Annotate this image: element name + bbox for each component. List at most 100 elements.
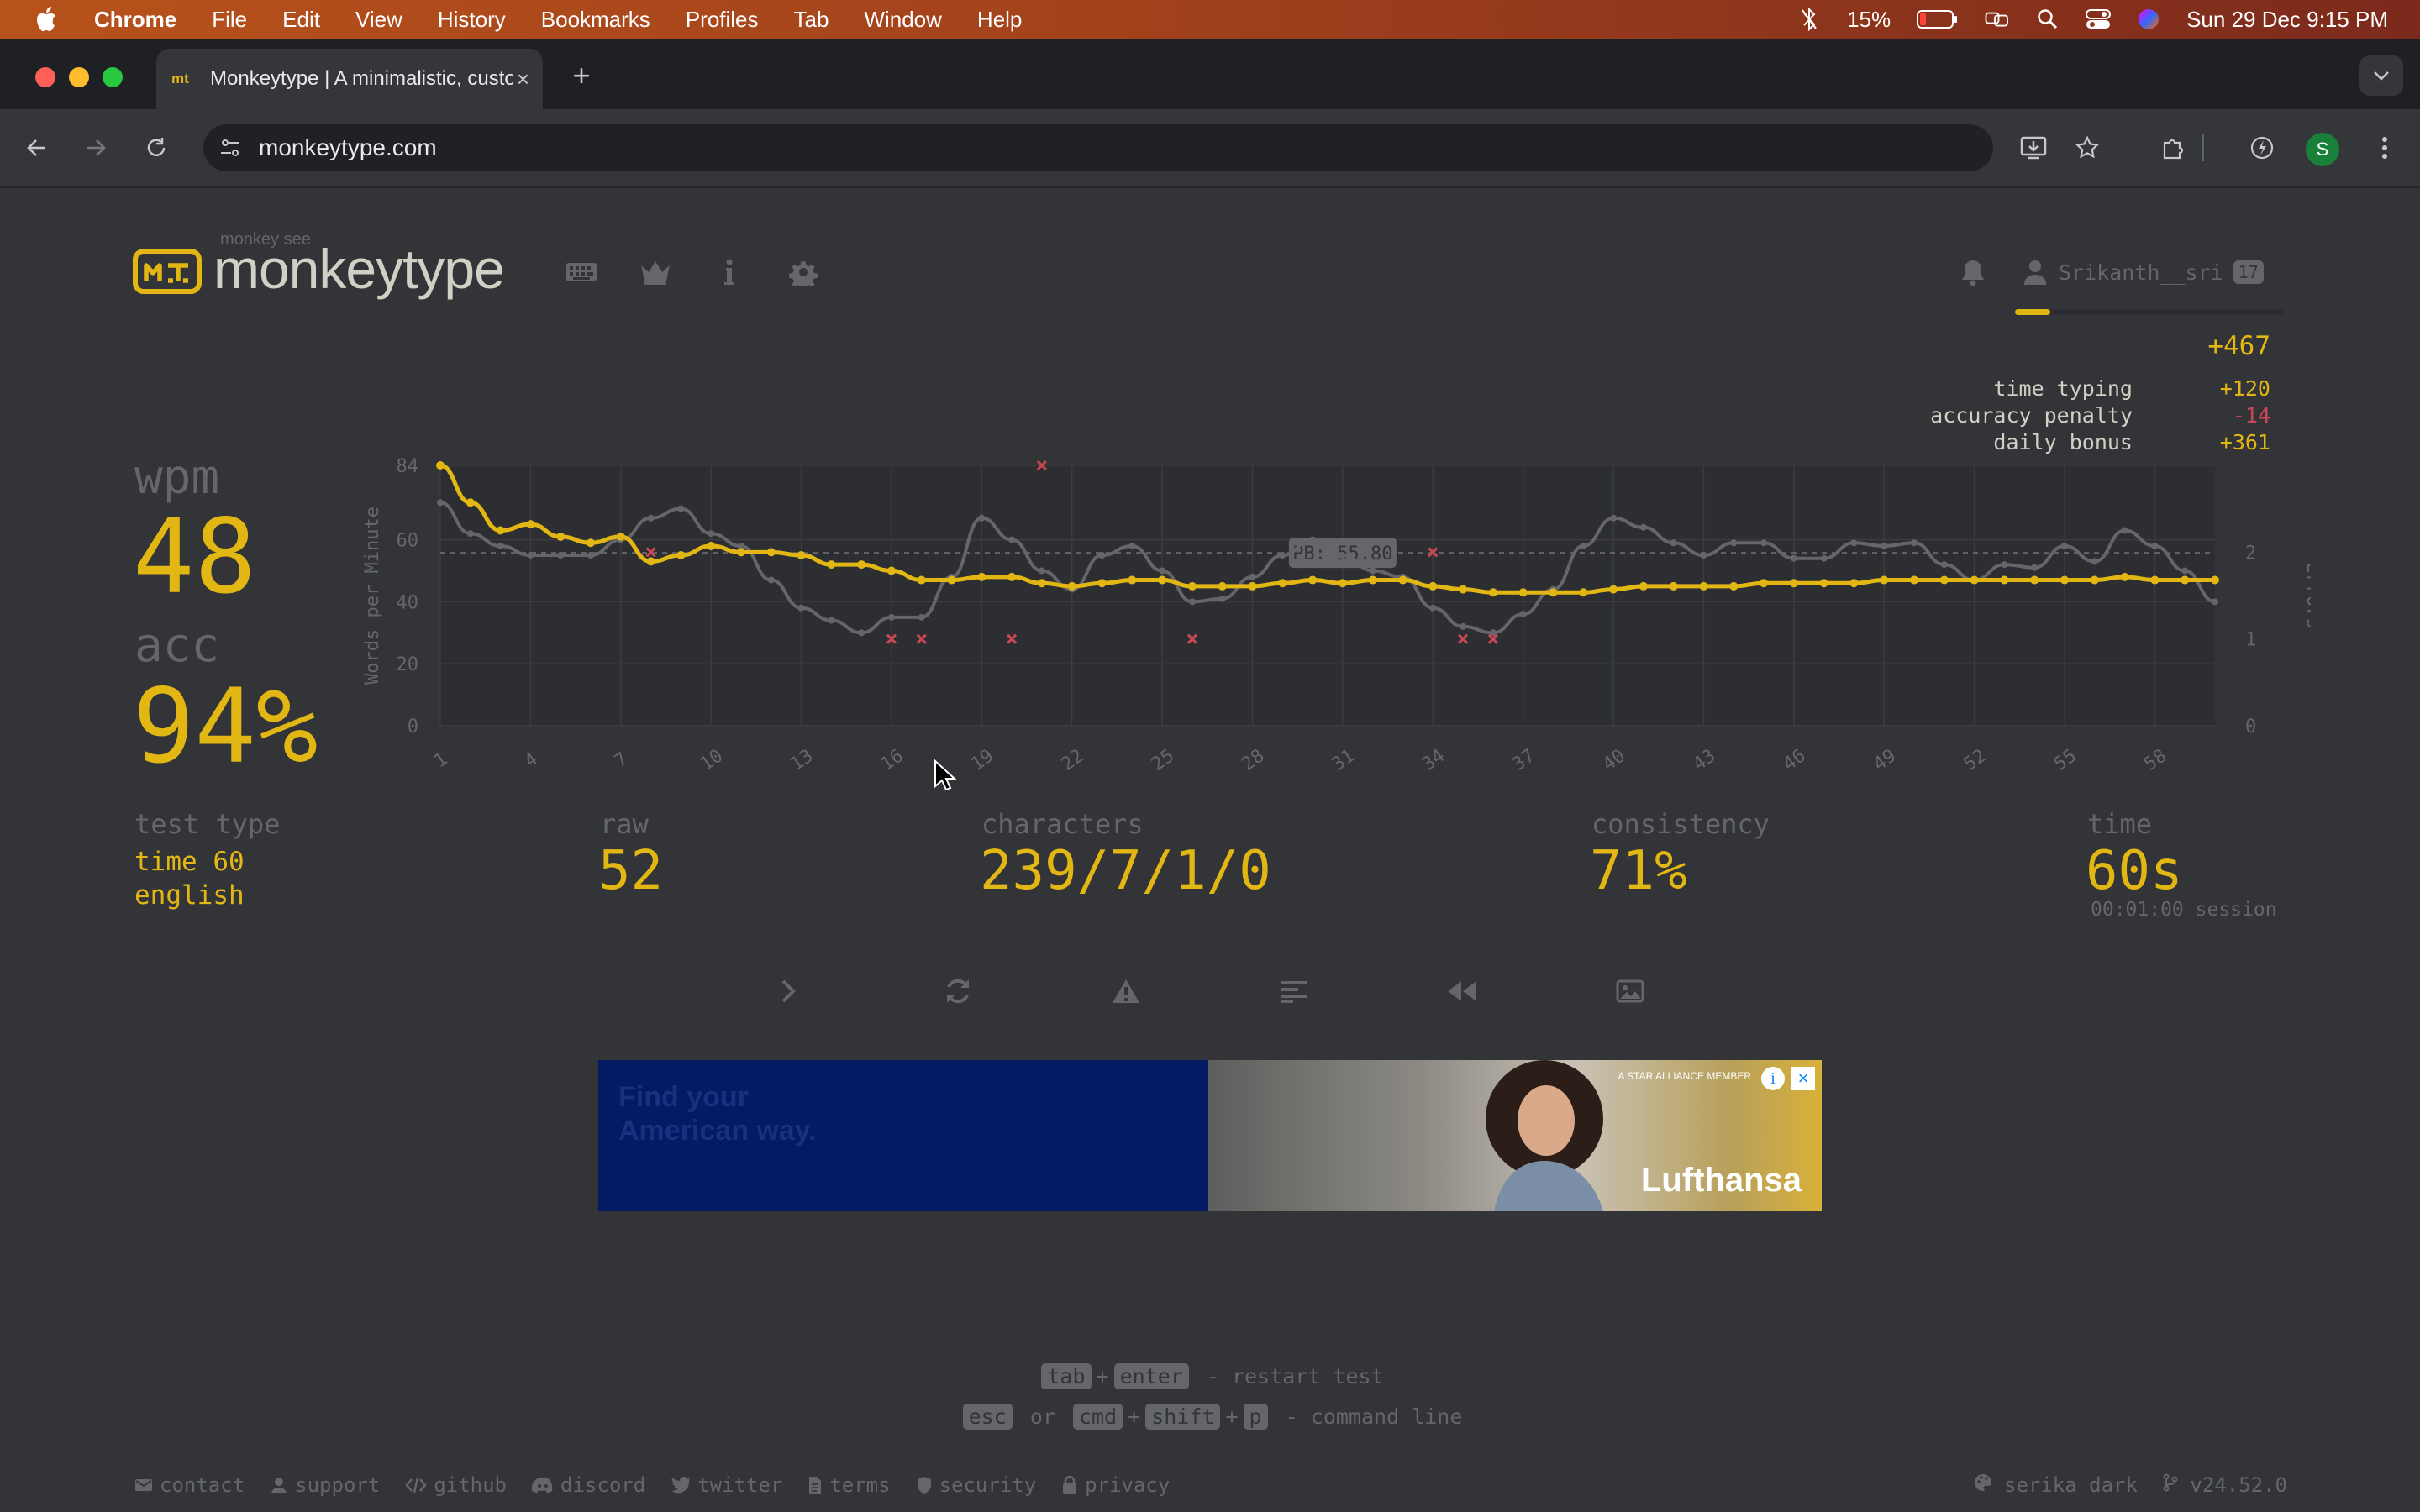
raw-point bbox=[797, 604, 805, 612]
y2-axis-title: Errors bbox=[2302, 562, 2311, 628]
menu-window[interactable]: Window bbox=[864, 7, 941, 33]
footer-discord[interactable]: discord bbox=[532, 1473, 645, 1497]
wpm-point bbox=[526, 520, 535, 529]
close-window-button[interactable] bbox=[35, 67, 55, 87]
theme-button[interactable]: serika dark bbox=[1974, 1473, 2138, 1497]
advertisement-banner[interactable]: Find your American way. A STAR ALLIANCE … bbox=[598, 1060, 1822, 1211]
footer-twitter[interactable]: twitter bbox=[671, 1473, 782, 1497]
restart-repeat-icon[interactable] bbox=[939, 973, 976, 1010]
menu-edit[interactable]: Edit bbox=[282, 7, 320, 33]
key-esc: esc bbox=[962, 1404, 1013, 1430]
reload-button[interactable] bbox=[139, 131, 173, 165]
raw-point bbox=[708, 530, 715, 538]
wpm-point bbox=[1278, 579, 1287, 588]
footer-contact[interactable]: contact bbox=[134, 1473, 245, 1497]
menu-profiles[interactable]: Profiles bbox=[686, 7, 759, 33]
spotlight-search-icon[interactable] bbox=[2035, 7, 2060, 32]
settings-gear-icon[interactable] bbox=[785, 254, 822, 291]
profile-avatar[interactable]: S bbox=[2306, 133, 2339, 166]
wpm-value[interactable]: 48 bbox=[133, 497, 256, 617]
raw-point bbox=[1580, 542, 1587, 549]
siri-icon[interactable] bbox=[2136, 7, 2161, 32]
url-text: monkeytype.com bbox=[259, 134, 437, 160]
ad-close-icon[interactable]: × bbox=[1791, 1067, 1815, 1090]
replay-backward-icon[interactable] bbox=[1444, 973, 1481, 1010]
footer-github[interactable]: github bbox=[405, 1473, 507, 1497]
footer-link-label: discord bbox=[560, 1473, 646, 1497]
notifications-bell-icon[interactable] bbox=[1956, 254, 1990, 291]
wpm-point bbox=[586, 538, 595, 548]
raw-point bbox=[647, 514, 655, 522]
xp-gained-total: +467 bbox=[2207, 331, 2270, 361]
install-app-icon[interactable] bbox=[2017, 131, 2050, 165]
tab-search-button[interactable] bbox=[2360, 55, 2403, 96]
footer-security[interactable]: security bbox=[916, 1473, 1036, 1497]
acc-value[interactable]: 94% bbox=[133, 667, 318, 786]
wpm-point bbox=[886, 566, 896, 575]
ad-info-icon[interactable]: i bbox=[1761, 1067, 1785, 1090]
new-tab-button[interactable]: + bbox=[565, 58, 598, 92]
footer-link-label: support bbox=[295, 1473, 381, 1497]
screen-mirroring-icon[interactable] bbox=[1985, 7, 2010, 32]
wpm-point bbox=[1669, 581, 1678, 591]
raw-point bbox=[1008, 536, 1016, 543]
address-bar[interactable]: monkeytype.com bbox=[203, 124, 1993, 171]
screenshot-image-icon[interactable] bbox=[1612, 973, 1649, 1010]
time-value[interactable]: 60s bbox=[2086, 840, 2183, 902]
wpm-point bbox=[1518, 588, 1528, 597]
consistency-value[interactable]: 71% bbox=[1590, 840, 1687, 902]
footer-support[interactable]: support bbox=[270, 1473, 380, 1497]
control-center-icon[interactable] bbox=[2086, 7, 2112, 32]
menu-tab[interactable]: Tab bbox=[794, 7, 829, 33]
leaderboard-crown-icon[interactable] bbox=[637, 254, 674, 291]
menu-history[interactable]: History bbox=[438, 7, 506, 33]
monkeytype-logo-icon[interactable] bbox=[133, 249, 202, 294]
back-button[interactable] bbox=[20, 131, 54, 165]
words-history-list-icon[interactable] bbox=[1276, 973, 1313, 1010]
extensions-icon[interactable] bbox=[2156, 131, 2190, 165]
menu-chrome[interactable]: Chrome bbox=[94, 7, 176, 33]
bluetooth-off-icon[interactable] bbox=[1797, 7, 1822, 32]
characters-value[interactable]: 239/7/1/0 bbox=[980, 840, 1271, 902]
raw-point bbox=[2061, 542, 2069, 549]
menu-bookmarks[interactable]: Bookmarks bbox=[541, 7, 650, 33]
y-axis-title: Words per Minute bbox=[362, 507, 383, 685]
lock-icon bbox=[1063, 1476, 1077, 1494]
keyboard-icon[interactable] bbox=[563, 254, 600, 291]
wpm-point bbox=[1007, 572, 1017, 581]
raw-point bbox=[2001, 561, 2008, 569]
zoom-window-button[interactable] bbox=[103, 67, 123, 87]
footer-terms[interactable]: terms bbox=[808, 1473, 891, 1497]
account-button[interactable]: Srikanth__sri 17 bbox=[2023, 255, 2264, 289]
performance-icon[interactable] bbox=[2245, 131, 2279, 165]
bookmark-star-icon[interactable] bbox=[2070, 131, 2104, 165]
footer-privacy[interactable]: privacy bbox=[1061, 1473, 1170, 1497]
raw-point bbox=[437, 499, 444, 507]
tab-monkeytype[interactable]: mt Monkeytype | A minimalistic, customiz… bbox=[156, 49, 543, 109]
menu-help[interactable]: Help bbox=[977, 7, 1022, 33]
forward-button[interactable] bbox=[79, 131, 113, 165]
raw-point bbox=[1911, 539, 1918, 547]
battery-icon[interactable] bbox=[1916, 7, 1960, 32]
site-info-icon[interactable] bbox=[218, 135, 244, 160]
raw-value[interactable]: 52 bbox=[598, 840, 663, 902]
menu-view[interactable]: View bbox=[355, 7, 402, 33]
next-test-chevron-icon[interactable] bbox=[770, 973, 807, 1010]
apple-icon[interactable] bbox=[32, 5, 60, 34]
x-tick-label: 52 bbox=[1960, 745, 1990, 775]
wpm-chart[interactable]: 0204060840121 4 7 10 13 16 19 22 25 28 31 34 37 40 43 4… bbox=[353, 437, 2311, 790]
wpm-point bbox=[2000, 575, 2009, 585]
chrome-menu-icon[interactable] bbox=[2368, 131, 2402, 165]
close-tab-icon[interactable]: × bbox=[517, 66, 529, 92]
about-info-icon[interactable] bbox=[711, 254, 748, 291]
logo-text[interactable]: monkeytype bbox=[213, 237, 505, 301]
wpm-point bbox=[1128, 575, 1137, 585]
version-button[interactable]: v24.52.0 bbox=[2163, 1473, 2287, 1497]
menu-file[interactable]: File bbox=[212, 7, 247, 33]
raw-point bbox=[677, 505, 685, 512]
clock[interactable]: Sun 29 Dec 9:15 PM bbox=[2186, 7, 2388, 33]
x-tick-label: 58 bbox=[2140, 745, 2170, 775]
report-warning-icon[interactable] bbox=[1107, 973, 1144, 1010]
minimize-window-button[interactable] bbox=[69, 67, 89, 87]
x-tick-label: 28 bbox=[1238, 745, 1268, 775]
